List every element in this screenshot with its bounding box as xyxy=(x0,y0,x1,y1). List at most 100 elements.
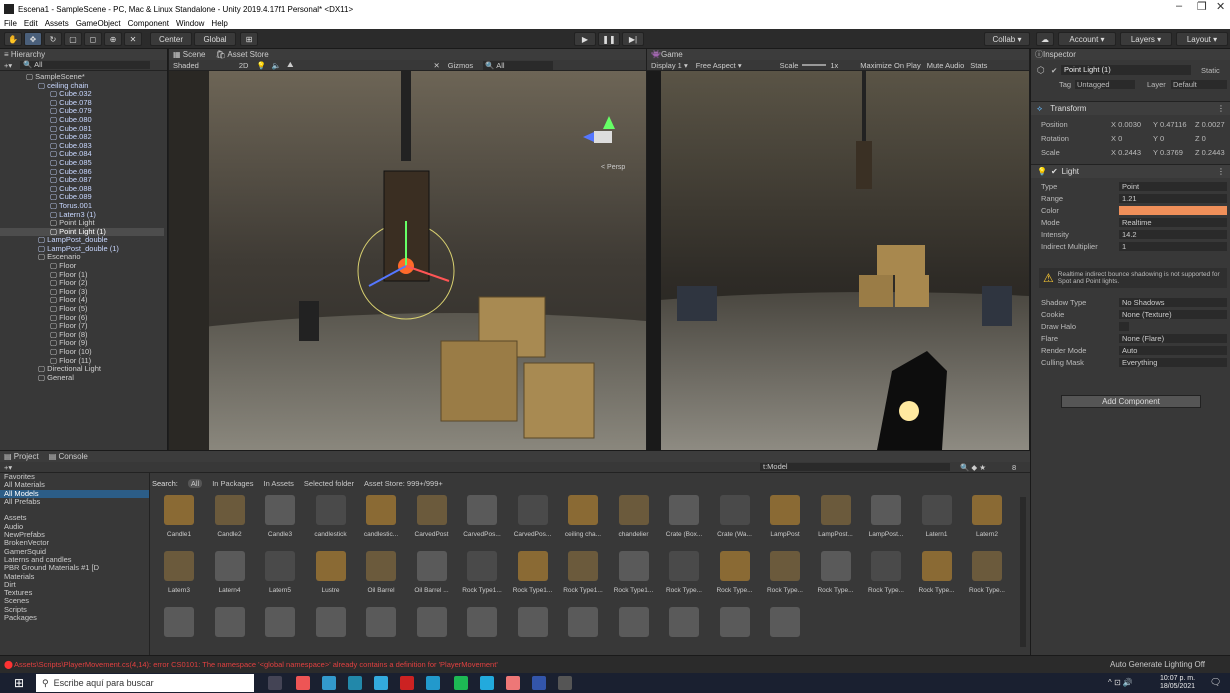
hierarchy-item[interactable]: ▢ Floor xyxy=(0,262,164,271)
property-value[interactable]: Everything xyxy=(1119,358,1227,367)
create-plus-icon[interactable]: +▾ xyxy=(4,61,12,70)
hierarchy-item[interactable]: ▢ Floor (5) xyxy=(0,305,164,314)
scale-x[interactable]: X 0.2443 xyxy=(1111,148,1141,157)
play-button-icon[interactable]: ▶ xyxy=(574,32,596,46)
windows-start-icon[interactable]: ⊞ xyxy=(14,676,24,690)
component-menu-icon[interactable]: ⋮ xyxy=(1217,104,1225,113)
property-value[interactable] xyxy=(1119,206,1227,215)
paint-icon[interactable] xyxy=(506,676,520,690)
edge-icon[interactable] xyxy=(374,676,388,690)
explorer-icon[interactable] xyxy=(480,676,494,690)
close-icon[interactable]: ✕ xyxy=(1216,0,1225,13)
hierarchy-item[interactable]: ▢ Cube.080 xyxy=(0,116,164,125)
hierarchy-item[interactable]: ▢ Floor (4) xyxy=(0,296,164,305)
property-value[interactable]: None (Texture) xyxy=(1119,310,1227,319)
active-checkbox[interactable]: ✔ xyxy=(1051,66,1057,75)
hierarchy-item[interactable]: ▢ Cube.079 xyxy=(0,107,164,116)
asset-tile[interactable]: Candle3 xyxy=(257,495,303,545)
property-value[interactable]: 1 xyxy=(1119,242,1227,251)
property-value[interactable]: Point xyxy=(1119,182,1227,191)
static-toggle[interactable]: Static xyxy=(1201,66,1220,75)
search-scope-option[interactable]: Selected folder xyxy=(304,479,354,488)
account-dropdown[interactable]: Account ▾ xyxy=(1058,32,1116,46)
hierarchy-item[interactable]: ▢ Cube.086 xyxy=(0,168,164,177)
asset-tile[interactable]: Rock Type... xyxy=(914,551,960,601)
layer-dropdown[interactable]: Default xyxy=(1171,80,1227,89)
property-value[interactable] xyxy=(1119,322,1129,331)
project-tree-item[interactable]: Audio xyxy=(0,523,149,531)
asset-tile[interactable]: candlestick xyxy=(308,495,354,545)
stats-toggle[interactable]: Stats xyxy=(970,61,987,70)
hierarchy-item[interactable]: ▢ Floor (10) xyxy=(0,348,164,357)
search-scope-option[interactable]: All xyxy=(187,478,203,488)
project-create-icon[interactable]: +▾ xyxy=(4,463,12,472)
app-icon-1[interactable] xyxy=(296,676,310,690)
asset-tile[interactable]: LampPost... xyxy=(813,495,859,545)
project-tree-item[interactable]: PBR Ground Materials #1 [D xyxy=(0,564,149,572)
project-tree-item[interactable]: Dirt xyxy=(0,581,149,589)
asset-tile[interactable]: Rock Type... xyxy=(661,551,707,601)
position-x[interactable]: X 0.0030 xyxy=(1111,120,1141,129)
asset-tile[interactable] xyxy=(409,607,455,657)
gizmos-dropdown[interactable]: Gizmos xyxy=(448,61,473,70)
inspector-tab[interactable]: ⓘ Inspector xyxy=(1031,49,1230,60)
asset-tile[interactable] xyxy=(358,607,404,657)
project-tree-item[interactable]: All Models xyxy=(0,489,149,498)
hierarchy-item[interactable]: ▢ Floor (11) xyxy=(0,357,164,366)
hierarchy-item[interactable]: ▢ Cube.085 xyxy=(0,159,164,168)
property-value[interactable]: Realtime xyxy=(1119,218,1227,227)
effects-toggle-icon[interactable]: ⛰ xyxy=(287,60,293,70)
asset-tile[interactable]: Candle2 xyxy=(207,495,253,545)
hierarchy-item[interactable]: ▢ Floor (6) xyxy=(0,314,164,323)
hand-tool-icon[interactable]: ✋ xyxy=(4,32,22,46)
menu-item-1[interactable]: Edit xyxy=(24,19,38,28)
asset-tile[interactable]: Rock Type1... xyxy=(560,551,606,601)
layers-dropdown[interactable]: Layers ▾ xyxy=(1120,32,1172,46)
hierarchy-item[interactable]: ▢ Point Light xyxy=(0,219,164,228)
scale-y[interactable]: Y 0.3769 xyxy=(1153,148,1183,157)
hierarchy-item[interactable]: ▢ LampPost_double (1) xyxy=(0,245,164,254)
project-tree-item[interactable]: Favorites xyxy=(0,473,149,481)
asset-tile[interactable]: Latern2 xyxy=(964,495,1010,545)
transform-header[interactable]: ⟡ Transform ⋮ xyxy=(1031,101,1230,115)
hierarchy-search-input[interactable]: 🔍 All xyxy=(20,61,151,69)
tag-dropdown[interactable]: Untagged xyxy=(1075,80,1135,89)
hierarchy-item[interactable]: ▢ Floor (1) xyxy=(0,271,164,280)
project-tree-item[interactable]: Scenes xyxy=(0,597,149,605)
scale-tool-icon[interactable]: ▢ xyxy=(64,32,82,46)
tools-icon[interactable]: ✕ xyxy=(433,61,439,70)
mail-icon[interactable] xyxy=(322,676,336,690)
todo-icon[interactable] xyxy=(426,676,440,690)
scene-tab[interactable]: ▦ Scene xyxy=(173,50,205,59)
game-viewport[interactable] xyxy=(647,71,1029,450)
hierarchy-item[interactable]: ▢ Floor (8) xyxy=(0,331,164,340)
menu-item-6[interactable]: Help xyxy=(211,19,227,28)
asset-tile[interactable]: ceiling cha... xyxy=(560,495,606,545)
project-tree-item[interactable]: BrokenVector xyxy=(0,539,149,547)
search-scope-option[interactable]: In Assets xyxy=(263,479,293,488)
asset-tile[interactable]: Rock Type... xyxy=(712,551,758,601)
asset-tile[interactable]: Rock Type... xyxy=(964,551,1010,601)
asset-tile[interactable]: LampPost xyxy=(762,495,808,545)
cloud-icon[interactable]: ☁ xyxy=(1036,32,1054,46)
2d-toggle[interactable]: 2D xyxy=(239,61,249,70)
display-dropdown[interactable]: Display 1 xyxy=(651,61,682,70)
asset-tile[interactable]: Rock Type... xyxy=(762,551,808,601)
asset-tile[interactable]: Rock Type... xyxy=(863,551,909,601)
project-tree-item[interactable]: NewPrefabs xyxy=(0,531,149,539)
hierarchy-item[interactable]: ▢ Cube.081 xyxy=(0,125,164,134)
hierarchy-item[interactable]: ▢ Cube.082 xyxy=(0,133,164,142)
hierarchy-item[interactable]: ▢ Cube.084 xyxy=(0,150,164,159)
project-search-input[interactable]: t:Model xyxy=(760,463,950,471)
aspect-dropdown[interactable]: Free Aspect xyxy=(696,61,736,70)
pause-button-icon[interactable]: ❚❚ xyxy=(598,32,620,46)
hierarchy-tab[interactable]: ≡ Hierarchy xyxy=(0,49,167,60)
hierarchy-item[interactable]: ▢ Cube.032 xyxy=(0,90,164,99)
scale-z[interactable]: Z 0.2443 xyxy=(1195,148,1225,157)
menu-item-2[interactable]: Assets xyxy=(45,19,69,28)
menu-item-3[interactable]: GameObject xyxy=(76,19,121,28)
project-tree-item[interactable]: Materials xyxy=(0,573,149,581)
hierarchy-item[interactable]: ▢ Directional Light xyxy=(0,365,164,374)
project-tree-item[interactable]: Laterns and candles xyxy=(0,556,149,564)
hierarchy-item[interactable]: ▢ ceiling chain xyxy=(0,82,164,91)
